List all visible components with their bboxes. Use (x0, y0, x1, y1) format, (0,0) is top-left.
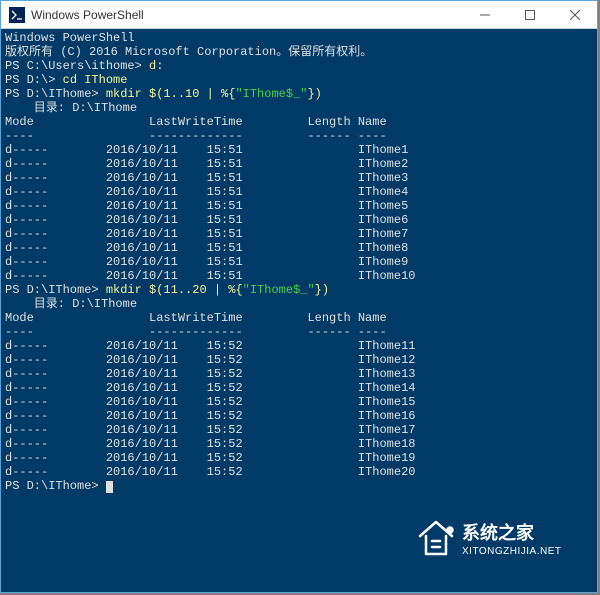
copyright-line: 版权所有 (C) 2016 Microsoft Corporation。保留所有… (5, 45, 593, 59)
table-row: d----- 2016/10/11 15:52 IThome16 (5, 409, 593, 423)
table-row: d----- 2016/10/11 15:51 IThome9 (5, 255, 593, 269)
maximize-button[interactable] (507, 1, 552, 29)
table-row: d----- 2016/10/11 15:52 IThome19 (5, 451, 593, 465)
table-header-underline: ---- ------------- ------ ---- (5, 129, 593, 143)
window-title: Windows PowerShell (31, 8, 462, 22)
table-row: d----- 2016/10/11 15:51 IThome3 (5, 171, 593, 185)
minimize-button[interactable] (462, 1, 507, 29)
table-header: Mode LastWriteTime Length Name (5, 311, 593, 325)
prompt-line: PS C:\Users\ithome> d: (5, 59, 593, 73)
table-row: d----- 2016/10/11 15:52 IThome14 (5, 381, 593, 395)
table-header: Mode LastWriteTime Length Name (5, 115, 593, 129)
table-header-underline: ---- ------------- ------ ---- (5, 325, 593, 339)
table-row: d----- 2016/10/11 15:52 IThome12 (5, 353, 593, 367)
table-row: d----- 2016/10/11 15:51 IThome5 (5, 199, 593, 213)
titlebar[interactable]: Windows PowerShell (1, 1, 597, 29)
prompt-line: PS D:\IThome> (5, 479, 593, 493)
table-row: d----- 2016/10/11 15:52 IThome18 (5, 437, 593, 451)
close-button[interactable] (552, 1, 597, 29)
prompt-line: PS D:\IThome> mkdir $(11..20 | %{"IThome… (5, 283, 593, 297)
prompt-line: PS D:\> cd IThome (5, 73, 593, 87)
table-row: d----- 2016/10/11 15:52 IThome20 (5, 465, 593, 479)
directory-line: 目录: D:\IThome (5, 101, 593, 115)
table-row: d----- 2016/10/11 15:51 IThome1 (5, 143, 593, 157)
header-line: Windows PowerShell (5, 31, 593, 45)
table-row: d----- 2016/10/11 15:51 IThome7 (5, 227, 593, 241)
table-row: d----- 2016/10/11 15:51 IThome2 (5, 157, 593, 171)
terminal-output[interactable]: Windows PowerShell版权所有 (C) 2016 Microsof… (1, 29, 597, 592)
table-row: d----- 2016/10/11 15:51 IThome10 (5, 269, 593, 283)
directory-line: 目录: D:\IThome (5, 297, 593, 311)
powershell-window: Windows PowerShell Windows PowerShell版权所… (0, 0, 598, 593)
table-row: d----- 2016/10/11 15:52 IThome17 (5, 423, 593, 437)
table-row: d----- 2016/10/11 15:51 IThome4 (5, 185, 593, 199)
table-row: d----- 2016/10/11 15:51 IThome6 (5, 213, 593, 227)
table-row: d----- 2016/10/11 15:52 IThome11 (5, 339, 593, 353)
cursor-icon (106, 481, 113, 493)
powershell-icon (9, 7, 25, 23)
table-row: d----- 2016/10/11 15:51 IThome8 (5, 241, 593, 255)
table-row: d----- 2016/10/11 15:52 IThome13 (5, 367, 593, 381)
prompt-line: PS D:\IThome> mkdir $(1..10 | %{"IThome$… (5, 87, 593, 101)
table-row: d----- 2016/10/11 15:52 IThome15 (5, 395, 593, 409)
